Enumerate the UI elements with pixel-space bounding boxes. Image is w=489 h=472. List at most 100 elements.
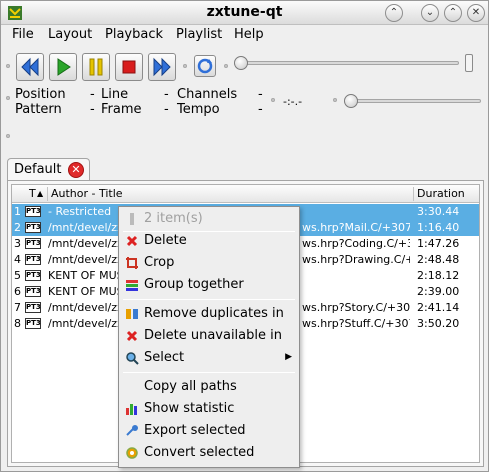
row-path-tail: ws.hrp?Coding.C/+3... [302,237,410,250]
row-duration: 3:50.20 [417,317,460,330]
crop-icon [126,257,138,269]
row-author-title: /mnt/devel/zxt [48,253,118,266]
pattern-value: - [90,102,95,117]
repeat-icon [197,58,213,74]
pt3-icon: PT3 [25,318,41,329]
row-duration: 2:18.12 [417,269,460,282]
row-duration: 1:16.40 [417,221,460,234]
pt3-icon: PT3 [25,206,41,217]
pt3-icon: PT3 [25,254,41,265]
line-value: - [164,87,169,102]
title-bar[interactable]: zxtune-qt ⌃ ⌄ ⌃ ✕ [1,1,488,25]
menu-playlist[interactable]: Playlist [176,27,222,42]
row-author-title: /mnt/devel/zxt [48,221,118,234]
main-window: zxtune-qt ⌃ ⌄ ⌃ ✕ File Layout Playback P… [0,0,489,472]
time-grip[interactable] [271,98,275,102]
pause-icon [89,58,103,76]
tempo-value: - [258,102,263,117]
window-title: zxtune-qt [206,4,283,20]
volume-slider-handle[interactable] [344,94,358,108]
menu-item-select[interactable]: Select ▶ [120,347,298,369]
tab-default-label: Default [14,162,62,177]
play-button[interactable] [49,53,77,81]
channels-value: - [258,87,263,102]
menu-item-remove-duplicates[interactable]: Remove duplicates in [120,303,298,325]
position-value: - [90,87,95,102]
pause-button[interactable] [82,53,110,81]
maximize-button[interactable]: ⌃ [444,4,462,22]
pt3-icon: PT3 [25,222,41,233]
volume-grip[interactable] [333,98,337,102]
menu-item-convert-selected[interactable]: Convert selected [120,442,298,464]
seek-slider-track[interactable] [239,61,459,65]
column-author-title[interactable]: Author - Title [51,187,123,200]
frame-value: - [164,102,169,117]
toolbar-grip-2[interactable] [183,64,187,68]
tab-default[interactable]: Default ✕ [7,158,90,181]
group-icon [126,280,138,291]
time-display: -:-.- [283,95,303,108]
column-duration[interactable]: Duration [417,187,465,200]
menu-item-show-statistic[interactable]: Show statistic [120,398,298,420]
menu-playback[interactable]: Playback [105,27,163,42]
duplicates-icon [126,309,138,319]
shade-button[interactable]: ⌃ [385,4,403,22]
row-author-title: - Restricted [48,205,112,218]
stop-button[interactable] [115,53,143,81]
row-author-title: /mnt/devel/zxt [48,301,118,314]
pt3-icon: PT3 [25,270,41,281]
previous-track-button[interactable] [16,53,44,81]
row-author-title: /mnt/devel/zxt [48,237,118,250]
tempo-label: Tempo [177,102,220,117]
info-icon [130,213,134,225]
delete-unavailable-icon [126,330,138,342]
row-duration: 1:47.26 [417,237,460,250]
menu-item-delete[interactable]: Delete [120,230,298,252]
menu-layout[interactable]: Layout [48,27,92,42]
menu-bar: File Layout Playback Playlist Help [1,25,488,45]
row-author-title: KENT OF MUS [48,269,118,282]
sort-up-icon: ▲ [37,189,44,198]
export-icon [126,425,138,436]
loop-button[interactable] [194,55,216,77]
select-icon [126,352,139,365]
menu-item-export-selected[interactable]: Export selected [120,420,298,442]
row-author-title: KENT OF MUS [48,285,118,298]
toolbar-extension-handle[interactable] [465,54,473,72]
row-author-title: /mnt/devel/zxt [48,317,118,330]
playlist-grip[interactable] [6,134,10,138]
toolbar-grip[interactable] [6,64,10,68]
row-path-tail: ws.hrp?Story.C/+3072 [302,301,410,314]
pt3-icon: PT3 [25,302,41,313]
row-path-tail: ws.hrp?Drawing.C/+... [302,253,410,266]
menu-item-delete-unavailable[interactable]: Delete unavailable in [120,325,298,347]
fast-forward-icon [153,57,171,77]
submenu-arrow-icon: ▶ [285,352,292,362]
column-type[interactable]: T [29,187,36,200]
close-tab-icon[interactable]: ✕ [68,162,84,178]
toolbar-grip-3[interactable] [224,64,228,68]
menu-file[interactable]: File [12,27,34,42]
close-button[interactable]: ✕ [467,4,485,22]
frame-label: Frame [101,102,142,117]
menu-item-crop[interactable]: Crop [120,252,298,274]
info-grip[interactable] [6,96,10,100]
seek-slider-handle[interactable] [234,56,248,70]
row-duration: 2:39.00 [417,285,460,298]
row-path-tail: ws.hrp?Stuff.C/+3072 [302,317,410,330]
volume-slider-track[interactable] [349,99,481,103]
menu-item-group-together[interactable]: Group together [120,274,298,296]
row-duration: 3:30.44 [417,205,460,218]
rewind-icon [21,57,39,77]
minimize-button[interactable]: ⌄ [421,4,439,22]
menu-help[interactable]: Help [234,27,264,42]
next-track-button[interactable] [148,53,176,81]
stop-icon [122,60,136,74]
playlist-header: T ▲ Author - Title Duration [12,185,479,203]
position-label: Position [15,87,66,102]
menu-item-copy-paths[interactable]: Copy all paths [120,376,298,398]
menu-item-count-header: 2 item(s) [120,208,298,230]
statistic-icon [126,404,137,415]
playlist-context-menu: 2 item(s) Delete Crop Group together Rem… [118,206,300,468]
row-path-tail: ws.hrp?Mail.C/+3072 [302,221,410,234]
